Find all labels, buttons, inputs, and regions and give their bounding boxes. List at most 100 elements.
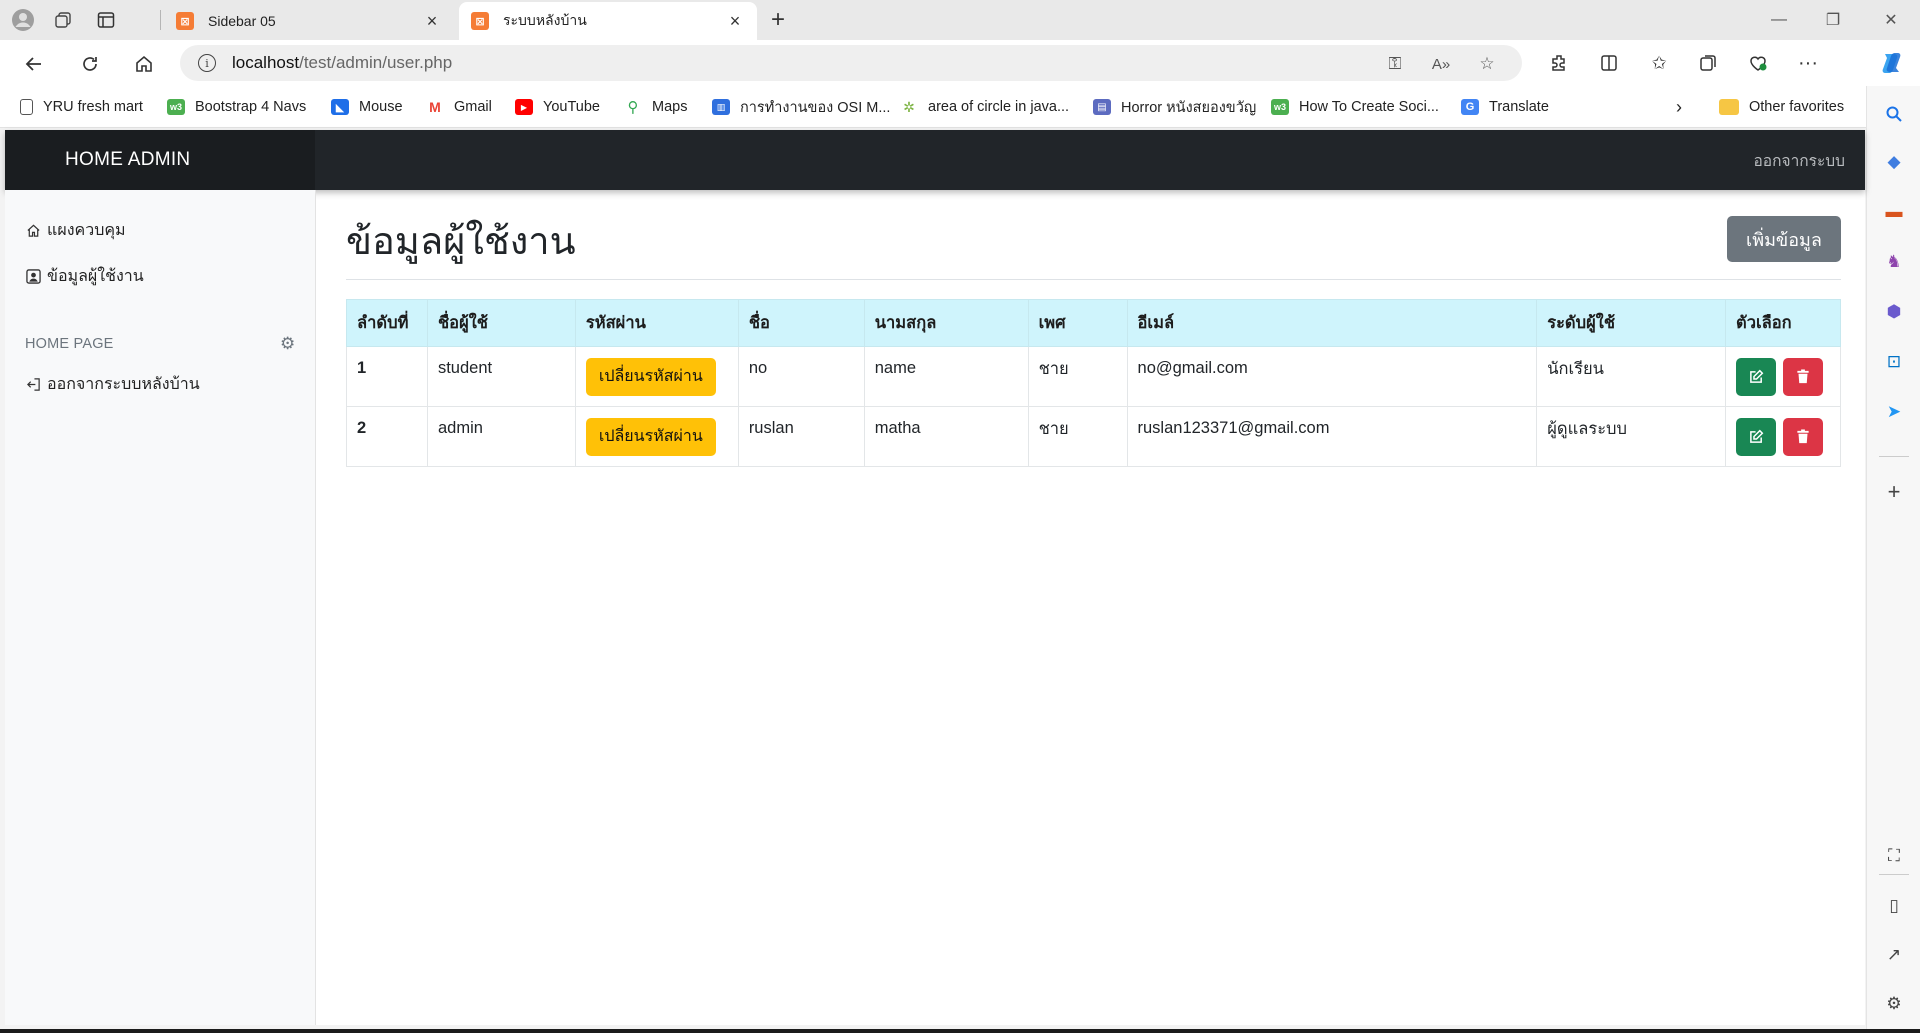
- first-name: ruslan: [748, 419, 794, 437]
- last-name: name: [874, 359, 916, 377]
- drop-icon[interactable]: ➤: [1880, 398, 1908, 426]
- trash-icon: [1797, 429, 1809, 444]
- bookmark-label: Other favorites: [1749, 99, 1845, 115]
- user-level: นักเรียน: [1547, 359, 1604, 378]
- user-level: ผู้ดูแลระบบ: [1547, 419, 1628, 438]
- bookmark-how-to-create[interactable]: w3 How To Create Soci...: [1271, 96, 1439, 118]
- email: no@gmail.com: [1137, 359, 1248, 377]
- sidebar-item-dashboard[interactable]: แผงควบคุม: [25, 218, 126, 243]
- change-password-button[interactable]: เปลี่ยนรหัสผ่าน: [585, 417, 716, 456]
- trash-icon: [1797, 369, 1809, 384]
- level-cell: นักเรียน: [1536, 346, 1727, 407]
- split-screen-icon[interactable]: [1593, 47, 1625, 79]
- bookmark-mouse[interactable]: ◣ Mouse: [331, 96, 403, 118]
- last-name: matha: [874, 419, 921, 437]
- key-icon[interactable]: ⚿: [1382, 51, 1408, 77]
- sign-out-icon: [25, 377, 41, 393]
- add-data-button[interactable]: เพิ่มข้อมูล: [1727, 216, 1841, 262]
- bookmark-label: Bootstrap 4 Navs: [195, 99, 307, 115]
- bookmark-youtube[interactable]: ▶ YouTube: [515, 96, 600, 118]
- outlook-icon[interactable]: ⊡: [1880, 348, 1908, 376]
- screenshot-icon[interactable]: ⛶: [1880, 842, 1908, 870]
- bookmark-bootstrap-navs[interactable]: w3 Bootstrap 4 Navs: [167, 96, 306, 118]
- first-name: no: [748, 359, 768, 377]
- tools-icon[interactable]: ▬: [1880, 198, 1908, 226]
- w3-icon: w3: [1271, 99, 1289, 115]
- navbar-logout-link[interactable]: ออกจากระบบ: [1753, 130, 1845, 190]
- refresh-button[interactable]: [74, 48, 106, 80]
- sidebar-section-heading: HOME PAGE: [25, 336, 114, 352]
- chart-icon: ▥: [712, 99, 730, 115]
- minimize-button[interactable]: —: [1756, 4, 1802, 36]
- bookmarks-bar: YRU fresh mart w3 Bootstrap 4 Navs ◣ Mouse…: [0, 86, 1920, 128]
- copilot-icon[interactable]: [1876, 47, 1908, 79]
- youtube-icon: ▶: [515, 99, 533, 115]
- sidebar-item-logout[interactable]: ออกจากระบบหลังบ้าน: [25, 372, 200, 397]
- favorite-star-icon[interactable]: ☆: [1474, 51, 1500, 77]
- more-menu-icon[interactable]: ···: [1792, 47, 1824, 79]
- delete-button[interactable]: [1782, 417, 1823, 456]
- profile-icon[interactable]: [9, 6, 37, 34]
- delete-button[interactable]: [1782, 357, 1823, 396]
- edit-button[interactable]: [1736, 417, 1777, 456]
- user-icon: [25, 269, 41, 285]
- sidebar-item-user-info[interactable]: ข้อมูลผู้ใช้งาน: [25, 264, 144, 289]
- table-row: 2 admin เปลี่ยนรหัสผ่าน ruslan matha ชาย…: [346, 406, 1841, 467]
- change-password-button[interactable]: เปลี่ยนรหัสผ่าน: [585, 357, 716, 396]
- bookmark-translate[interactable]: G Translate: [1461, 96, 1549, 118]
- web-page: HOME ADMIN ออกจากระบบ แผงควบคุม ข้อมูลผู…: [5, 130, 1865, 1025]
- hide-sidebar-icon[interactable]: ▯: [1880, 892, 1908, 920]
- tab-sidebar-05[interactable]: ⊠ Sidebar 05 ×: [164, 2, 454, 40]
- bookmark-horror[interactable]: ▤ Horror หนังสยองขวัญ: [1093, 96, 1256, 118]
- edit-button[interactable]: [1736, 357, 1777, 396]
- bookmark-osi-model[interactable]: ▥ การทำงานของ OSI M...: [712, 96, 890, 118]
- home-button[interactable]: [128, 48, 160, 80]
- new-tab-button[interactable]: +: [764, 6, 792, 34]
- edge-sidebar: ◆ ▬ ♞ ⬢ ⊡ ➤ + ⛶ ▯ ↗ ⚙: [1866, 86, 1920, 1033]
- film-icon: ▤: [1093, 99, 1111, 115]
- games-icon[interactable]: ♞: [1880, 248, 1908, 276]
- back-button[interactable]: [18, 48, 50, 80]
- folder-icon: [1719, 99, 1739, 115]
- restore-button[interactable]: ❐: [1810, 4, 1856, 36]
- tab-backend-system[interactable]: ⊠ ระบบหลังบ้าน ×: [459, 2, 757, 40]
- read-aloud-icon[interactable]: A»: [1428, 51, 1454, 77]
- bookmark-yru-fresh-mart[interactable]: YRU fresh mart: [20, 96, 143, 118]
- browser-essentials-icon[interactable]: [1742, 47, 1774, 79]
- bookmark-gmail[interactable]: M Gmail: [426, 96, 492, 118]
- site-info-icon[interactable]: i: [198, 54, 216, 72]
- translate-icon: G: [1461, 99, 1479, 115]
- search-icon[interactable]: [1880, 100, 1908, 128]
- shopping-tag-icon[interactable]: ◆: [1880, 148, 1908, 176]
- extensions-icon[interactable]: [1543, 47, 1575, 79]
- admin-sidebar: แผงควบคุม ข้อมูลผู้ใช้งาน HOME PAGE ⚙ ออ…: [5, 190, 316, 1025]
- bookmark-area-of-circle[interactable]: ✲ area of circle in java...: [900, 96, 1069, 118]
- column-header: นามสกุล: [863, 299, 1029, 347]
- tab-actions-icon[interactable]: [92, 6, 120, 34]
- gear-icon[interactable]: ⚙: [280, 334, 295, 354]
- bookmark-other-favorites[interactable]: Other favorites: [1719, 96, 1844, 118]
- gender: ชาย: [1038, 359, 1069, 378]
- xampp-icon: ⊠: [471, 12, 489, 30]
- favorites-icon[interactable]: ✩: [1643, 47, 1675, 79]
- settings-gear-icon[interactable]: ⚙: [1880, 990, 1908, 1018]
- chevron-right-icon[interactable]: ›: [1676, 96, 1682, 118]
- close-tab-icon[interactable]: ×: [725, 11, 745, 32]
- top-navbar: HOME ADMIN ออกจากระบบ: [5, 130, 1865, 190]
- users-table: ลำดับที่ ชื่อผู้ใช้ รหัสผ่าน ชื่อ นามสกุ…: [346, 299, 1841, 467]
- taskbar-edge: [0, 1029, 1920, 1033]
- navbar-brand[interactable]: HOME ADMIN: [5, 130, 315, 190]
- table-row: 1 student เปลี่ยนรหัสผ่าน no name ชาย no…: [346, 346, 1841, 407]
- close-window-button[interactable]: ✕: [1868, 4, 1914, 36]
- external-link-icon[interactable]: ↗: [1880, 941, 1908, 969]
- close-tab-icon[interactable]: ×: [422, 11, 442, 32]
- bookmark-maps[interactable]: ⚲ Maps: [624, 96, 687, 118]
- page-icon: [20, 99, 33, 115]
- add-app-icon[interactable]: +: [1880, 478, 1908, 506]
- workspaces-icon[interactable]: [49, 6, 77, 34]
- collections-icon[interactable]: [1692, 47, 1724, 79]
- edit-icon: [1749, 369, 1763, 383]
- url-bar[interactable]: i localhost/test/admin/user.php ⚿ A» ☆: [180, 45, 1522, 81]
- sidebar-item-label: ออกจากระบบหลังบ้าน: [47, 376, 200, 393]
- microsoft-365-icon[interactable]: ⬢: [1880, 298, 1908, 326]
